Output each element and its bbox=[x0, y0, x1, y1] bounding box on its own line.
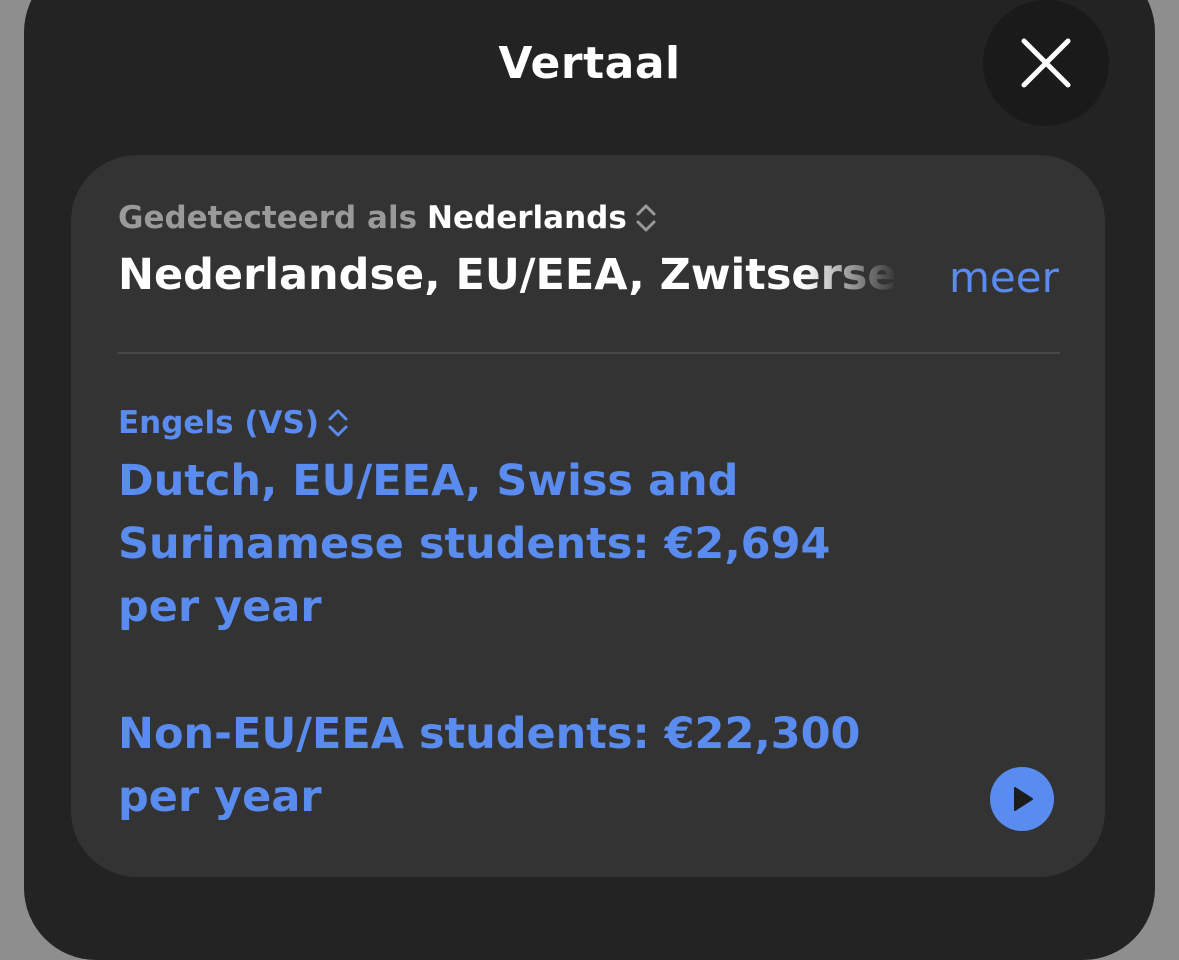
more-button[interactable]: meer bbox=[949, 253, 1059, 302]
target-language-name: Engels (VS) bbox=[118, 405, 319, 441]
source-text: Nederlandse, EU/EEA, Zwitserse e bbox=[118, 250, 898, 300]
source-language-name: Nederlands bbox=[427, 200, 627, 236]
play-icon bbox=[1014, 787, 1033, 811]
play-button[interactable] bbox=[990, 767, 1054, 831]
source-text-container: Nederlandse, EU/EEA, Zwitserse e bbox=[118, 250, 898, 310]
translated-paragraph: Dutch, EU/EEA, Swiss and Surinamese stud… bbox=[118, 456, 831, 632]
close-icon bbox=[1021, 38, 1071, 88]
source-language-selector[interactable]: Gedetecteerd als Nederlands bbox=[118, 200, 657, 236]
detected-label: Gedetecteerd als bbox=[118, 200, 418, 236]
translated-text: Dutch, EU/EEA, Swiss and Surinamese stud… bbox=[118, 450, 918, 829]
chevron-up-down-icon bbox=[328, 409, 348, 437]
translated-paragraph: Non-EU/EEA students: €22,300 per year bbox=[118, 709, 861, 822]
close-button[interactable] bbox=[983, 0, 1109, 126]
chevron-up-down-icon bbox=[636, 204, 656, 232]
divider bbox=[118, 352, 1060, 354]
target-language-selector[interactable]: Engels (VS) bbox=[118, 405, 349, 441]
translation-card: Gedetecteerd als Nederlands Nederlandse,… bbox=[71, 155, 1105, 877]
